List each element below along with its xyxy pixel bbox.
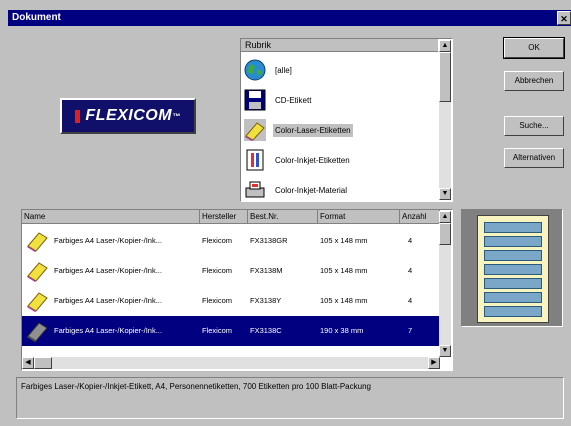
cell-maker: Flexicom (202, 236, 233, 245)
cell-format: 105 x 148 mm (320, 236, 368, 245)
cell-name: Farbiges A4 Laser-/Kopier-/Ink... (54, 326, 162, 335)
cell-order: FX3138M (250, 266, 283, 275)
cell-format: 105 x 148 mm (320, 296, 368, 305)
label-slot (484, 264, 542, 275)
table-row[interactable]: Farbiges A4 Laser-/Kopier-/Ink... Flexic… (22, 286, 440, 316)
cell-order: FX3138GR (250, 236, 288, 245)
cell-name: Farbiges A4 Laser-/Kopier-/Ink... (54, 236, 162, 245)
column-header-count[interactable]: Anzahl (400, 210, 440, 224)
label-preview (461, 209, 563, 327)
rubrik-item-label: CD-Etikett (275, 95, 312, 105)
label-roll-icon (27, 232, 48, 252)
cell-order: FX3138Y (250, 296, 282, 305)
label-roll-icon (244, 119, 266, 141)
rubrik-list[interactable]: Rubrik [alle] CD-Etikett Color-Laser-Eti… (240, 38, 453, 202)
table-hscrollbar[interactable]: ◀ ▶ (22, 357, 440, 369)
table-header: Name Hersteller Best.Nr. Format Anzahl (22, 210, 440, 224)
label-slot (484, 278, 542, 289)
rubrik-item-label: Color-Inkjet-Material (275, 185, 348, 195)
rubrik-item-inkjet-material[interactable]: Color-Inkjet-Material (243, 176, 439, 204)
logo-mark-icon (75, 109, 81, 123)
cancel-button[interactable]: Abbrechen (504, 71, 564, 91)
rubrik-scrollbar[interactable]: ▲ ▼ (439, 40, 451, 200)
scroll-right-icon[interactable]: ▶ (428, 357, 440, 369)
description-box: Farbiges Laser-/Kopier-/Inkjet-Etikett, … (16, 377, 564, 419)
flexicom-logo: FLEXICOM ™ (60, 98, 196, 134)
cell-count: 4 (408, 236, 413, 245)
label-sheet (477, 215, 549, 323)
cell-maker: Flexicom (202, 266, 233, 275)
printer-icon (245, 181, 265, 198)
cell-maker: Flexicom (202, 326, 233, 335)
cell-maker: Flexicom (202, 296, 233, 305)
label-slot (484, 306, 542, 317)
title-bar[interactable]: Dokument ✕ (8, 10, 571, 26)
inkjet-icon (246, 149, 264, 171)
logo-text: FLEXICOM (85, 107, 173, 124)
rubrik-header: Rubrik (241, 39, 438, 52)
dialog-window: Dokument ✕ FLEXICOM ™ Rubrik [alle] CD-Et… (0, 0, 571, 426)
label-roll-icon (27, 322, 48, 342)
rubrik-item-label: [alle] (275, 65, 292, 75)
ok-button[interactable]: OK (503, 37, 565, 59)
rubrik-item-label: Color-Inkjet-Etiketten (275, 155, 350, 165)
search-button[interactable]: Suche... (504, 116, 564, 136)
column-header-format[interactable]: Format (318, 210, 400, 224)
label-slot (484, 222, 542, 233)
cell-count: 7 (408, 326, 413, 335)
cell-count: 4 (408, 296, 413, 305)
floppy-icon (244, 89, 266, 111)
scroll-down-icon[interactable]: ▼ (439, 345, 451, 357)
table-row[interactable]: Farbiges A4 Laser-/Kopier-/Ink... Flexic… (22, 316, 440, 346)
description-text: Farbiges Laser-/Kopier-/Inkjet-Etikett, … (21, 382, 371, 391)
label-slot (484, 236, 542, 247)
table-row[interactable]: Farbiges A4 Laser-/Kopier-/Ink... Flexic… (22, 226, 440, 256)
label-slot (484, 292, 542, 303)
scroll-up-icon[interactable]: ▲ (439, 211, 451, 223)
scroll-left-icon[interactable]: ◀ (22, 357, 34, 369)
cell-format: 105 x 148 mm (320, 266, 368, 275)
column-header-order[interactable]: Best.Nr. (248, 210, 318, 224)
table-vscrollbar[interactable]: ▲ ▼ (439, 211, 451, 357)
product-table[interactable]: Name Hersteller Best.Nr. Format Anzahl F… (21, 209, 453, 371)
window-title: Dokument (12, 12, 61, 23)
rubrik-item-label: Color-Laser-Etiketten (273, 123, 353, 137)
column-header-name[interactable]: Name (22, 210, 200, 224)
close-icon[interactable]: ✕ (557, 11, 571, 25)
cell-name: Farbiges A4 Laser-/Kopier-/Ink... (54, 266, 162, 275)
cell-order: FX3138C (250, 326, 282, 335)
cell-count: 4 (408, 266, 413, 275)
hscroll-thumb[interactable] (34, 357, 52, 369)
scroll-down-icon[interactable]: ▼ (439, 188, 451, 200)
label-slot (484, 250, 542, 261)
globe-icon (244, 59, 266, 81)
cell-name: Farbiges A4 Laser-/Kopier-/Ink... (54, 296, 162, 305)
rubrik-item-color-inkjet[interactable]: Color-Inkjet-Etiketten (243, 146, 439, 174)
alternatives-button[interactable]: Alternativen (504, 148, 564, 168)
scroll-thumb[interactable] (439, 52, 451, 102)
label-roll-icon (27, 292, 48, 312)
rubrik-item-color-laser[interactable]: Color-Laser-Etiketten (243, 116, 439, 144)
rubrik-item-cd-etikett[interactable]: CD-Etikett (243, 86, 439, 114)
column-header-maker[interactable]: Hersteller (200, 210, 248, 224)
cell-format: 190 x 38 mm (320, 326, 364, 335)
scroll-up-icon[interactable]: ▲ (439, 40, 451, 52)
scroll-thumb[interactable] (439, 223, 451, 245)
label-roll-icon (27, 262, 48, 282)
table-row[interactable]: Farbiges A4 Laser-/Kopier-/Ink... Flexic… (22, 256, 440, 286)
rubrik-item-all[interactable]: [alle] (243, 56, 439, 84)
